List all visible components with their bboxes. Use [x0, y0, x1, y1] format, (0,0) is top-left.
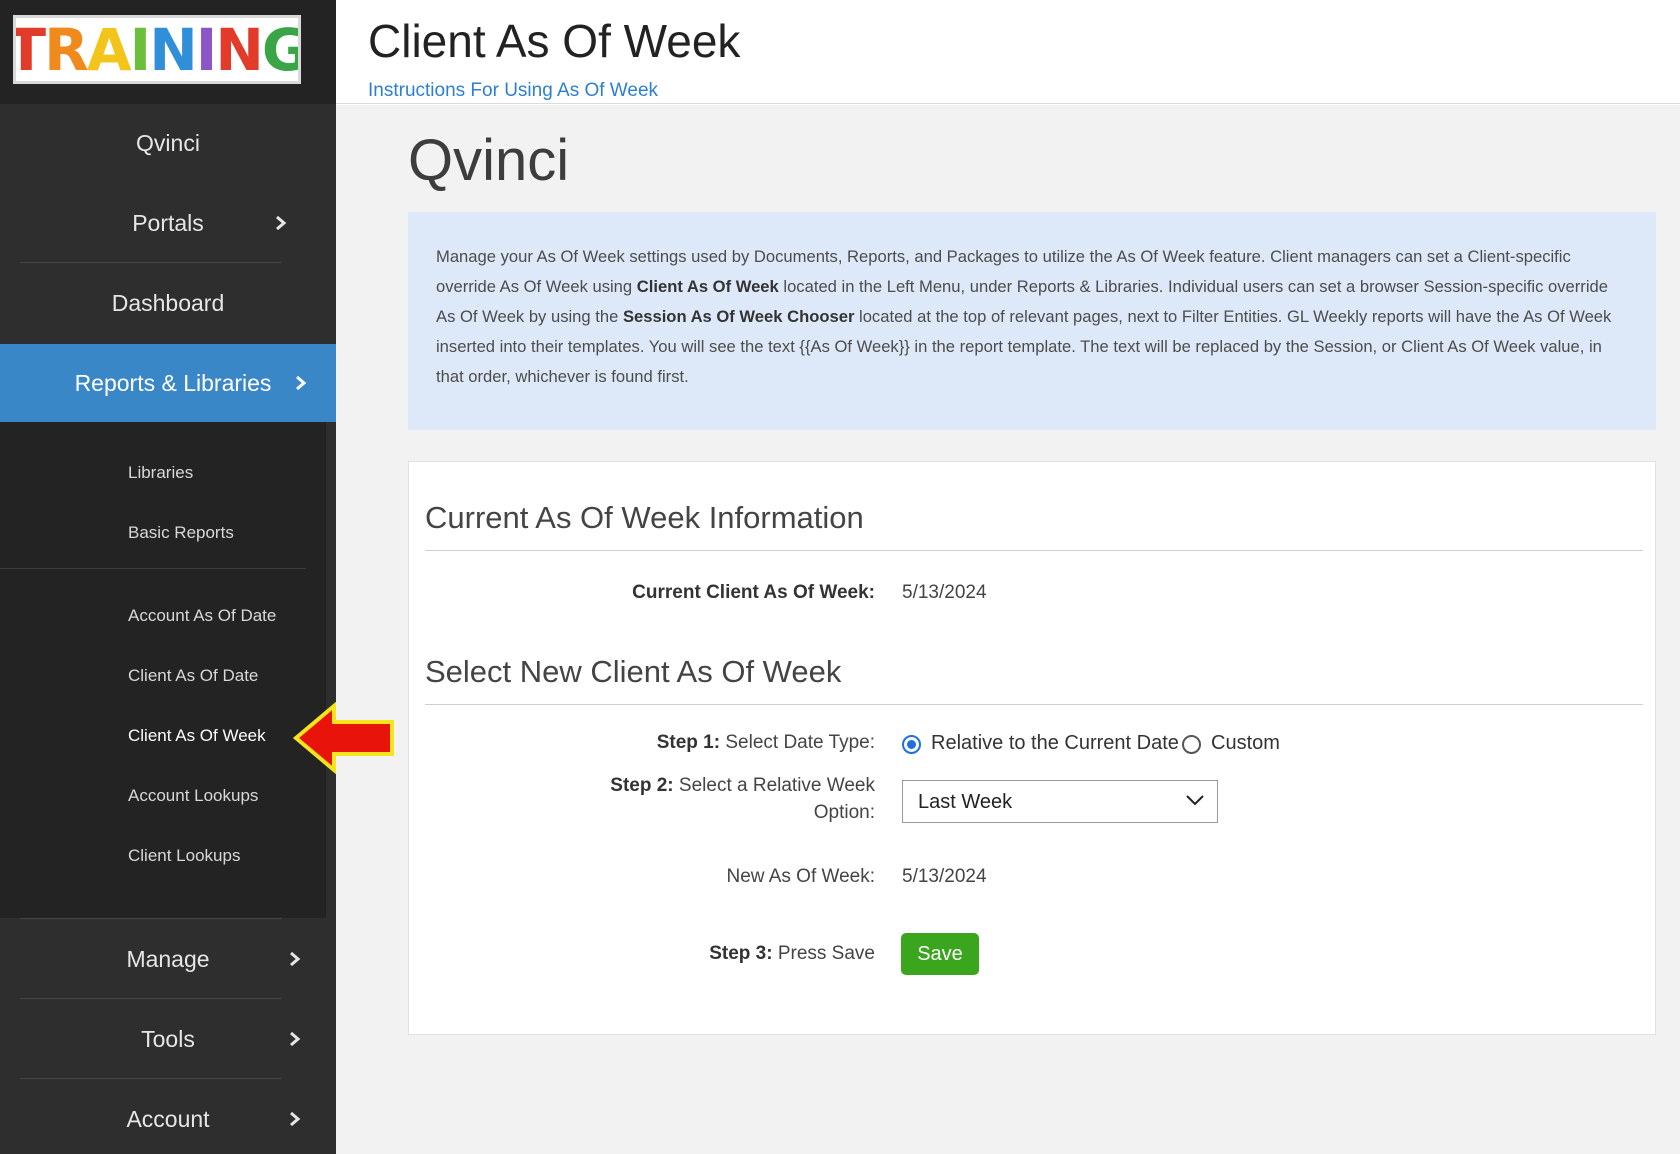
chevron-right-icon	[290, 1031, 301, 1047]
sidebar-divider	[20, 998, 282, 999]
submenu-item-libraries[interactable]: Libraries	[128, 463, 193, 483]
sidebar-item-reports-libraries[interactable]: Reports & Libraries	[0, 344, 346, 434]
training-logo[interactable]: TRAINING	[13, 15, 301, 84]
page-title: Client As Of Week	[368, 15, 741, 67]
section-divider	[425, 550, 1643, 551]
new-week-value: 5/13/2024	[902, 866, 987, 887]
section-divider	[425, 704, 1643, 705]
submenu-divider	[0, 568, 306, 569]
app-window: TRAINING Qvinci Portals Dashboard Report…	[0, 0, 1680, 1154]
submenu-item-account-as-of-date[interactable]: Account As Of Date	[128, 606, 276, 626]
info-box: Manage your As Of Week settings used by …	[408, 212, 1656, 430]
logo-text: TRAINING	[16, 15, 298, 84]
section-heading-new: Select New Client As Of Week	[425, 654, 842, 689]
sidebar-item-label: Dashboard	[111, 289, 225, 316]
info-bold-text: Session As Of Week Chooser	[622, 307, 855, 326]
new-week-label: New As Of Week:	[726, 866, 875, 887]
chevron-down-icon	[1186, 795, 1204, 806]
current-week-label: Current Client As Of Week:	[632, 582, 875, 603]
step1-label: Step 1: Select Date Type:	[656, 732, 875, 753]
sidebar-divider	[20, 262, 282, 263]
sidebar-item-manage[interactable]: Manage	[0, 920, 336, 998]
sidebar-item-label: Portals	[132, 209, 204, 236]
sidebar-item-tools[interactable]: Tools	[0, 1000, 336, 1078]
sidebar-divider	[20, 1078, 282, 1079]
section-heading-current: Current As Of Week Information	[425, 500, 864, 535]
sidebar-item-dashboard[interactable]: Dashboard	[0, 264, 336, 342]
submenu-item-basic-reports[interactable]: Basic Reports	[128, 523, 234, 543]
submenu-item-account-lookups[interactable]: Account Lookups	[128, 786, 258, 806]
sidebar-item-label: Reports & Libraries	[74, 369, 272, 396]
sidebar-item-label: Account	[126, 1105, 210, 1132]
radio-custom[interactable]	[1182, 735, 1201, 754]
submenu-item-client-as-of-date[interactable]: Client As Of Date	[128, 666, 258, 686]
sidebar-item-label: Qvinci	[136, 129, 200, 156]
chevron-right-icon	[290, 1111, 301, 1127]
radio-relative-label[interactable]: Relative to the Current Date	[931, 732, 1179, 755]
select-value: Last Week	[918, 791, 1013, 813]
info-bold-text: Client As Of Week	[636, 277, 779, 296]
instructions-link[interactable]: Instructions For Using As Of Week	[368, 80, 658, 102]
relative-week-select[interactable]: Last Week	[902, 780, 1218, 823]
save-button[interactable]: Save	[901, 933, 979, 975]
submenu-item-client-lookups[interactable]: Client Lookups	[128, 846, 240, 866]
submenu-item-client-as-of-week[interactable]: Client As Of Week	[128, 726, 266, 746]
sidebar: TRAINING Qvinci Portals Dashboard Report…	[0, 0, 346, 1154]
radio-custom-label[interactable]: Custom	[1211, 732, 1280, 755]
step3-label: Step 3: Press Save	[709, 943, 875, 964]
step2-label: Step 2: Select a Relative Week Option:	[610, 775, 875, 823]
sidebar-item-qvinci[interactable]: Qvinci	[0, 104, 336, 182]
main-content: Qvinci Manage your As Of Week settings u…	[336, 105, 1680, 1154]
chevron-right-icon	[276, 215, 287, 231]
sidebar-item-label: Tools	[141, 1025, 195, 1052]
reports-submenu: Libraries Basic Reports Account As Of Da…	[0, 422, 326, 918]
sidebar-divider	[20, 918, 282, 919]
page-header: Client As Of Week Instructions For Using…	[336, 0, 1680, 104]
chevron-right-icon	[296, 375, 307, 391]
sidebar-item-label: Manage	[126, 945, 210, 972]
current-week-value: 5/13/2024	[902, 582, 987, 603]
left-arrow-icon	[292, 702, 394, 774]
radio-relative[interactable]	[902, 735, 921, 754]
sidebar-item-account[interactable]: Account	[0, 1080, 336, 1154]
brand-title: Qvinci	[408, 128, 570, 193]
settings-panel: Current As Of Week Information Current C…	[408, 461, 1656, 1035]
sidebar-item-portals[interactable]: Portals	[0, 184, 336, 262]
chevron-right-icon	[290, 951, 301, 967]
